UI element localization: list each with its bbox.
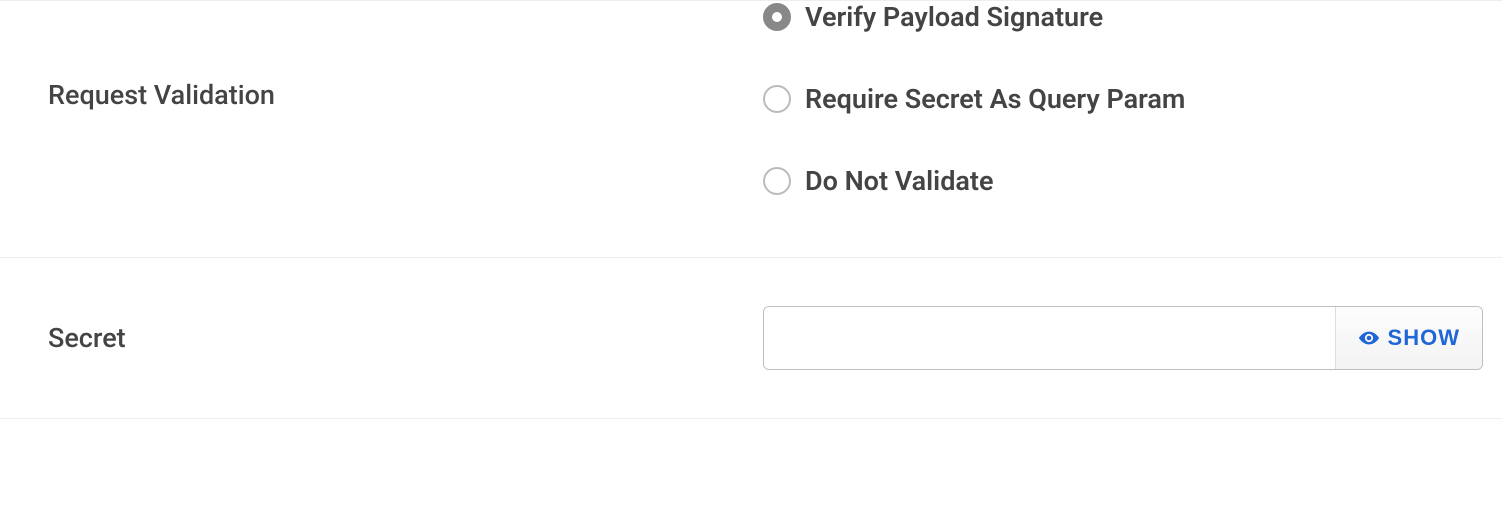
radio-verify-payload-signature[interactable]: Verify Payload Signature bbox=[763, 1, 1454, 33]
radio-indicator-icon bbox=[763, 3, 791, 31]
show-secret-button[interactable]: SHOW bbox=[1335, 307, 1482, 369]
secret-content: SHOW bbox=[763, 306, 1483, 370]
request-validation-label: Request Validation bbox=[48, 1, 763, 111]
request-validation-row: Request Validation Verify Payload Signat… bbox=[0, 0, 1502, 257]
radio-label: Do Not Validate bbox=[805, 165, 994, 197]
radio-require-secret-query-param[interactable]: Require Secret As Query Param bbox=[763, 83, 1454, 115]
secret-label: Secret bbox=[48, 322, 763, 354]
show-button-label: SHOW bbox=[1388, 325, 1460, 351]
radio-do-not-validate[interactable]: Do Not Validate bbox=[763, 165, 1454, 197]
secret-row: Secret SHOW bbox=[0, 257, 1502, 419]
radio-indicator-icon bbox=[763, 85, 791, 113]
radio-label: Require Secret As Query Param bbox=[805, 83, 1185, 115]
secret-input[interactable] bbox=[764, 307, 1335, 369]
secret-field-group: SHOW bbox=[763, 306, 1483, 370]
validation-radio-group: Verify Payload Signature Require Secret … bbox=[763, 1, 1454, 197]
radio-label: Verify Payload Signature bbox=[805, 1, 1103, 33]
radio-indicator-icon bbox=[763, 167, 791, 195]
request-validation-options: Verify Payload Signature Require Secret … bbox=[763, 1, 1454, 257]
eye-icon bbox=[1358, 327, 1380, 349]
